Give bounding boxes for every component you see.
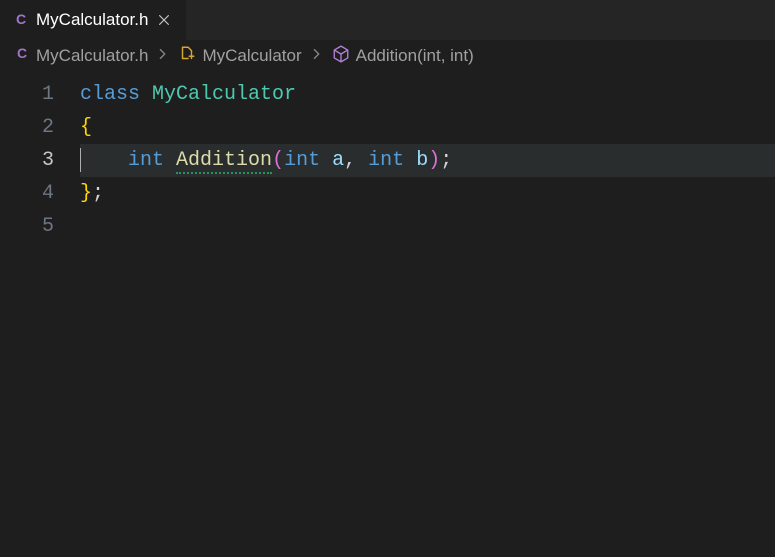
keyword: class bbox=[80, 83, 140, 106]
close-icon[interactable] bbox=[154, 10, 174, 30]
tab-bar: C MyCalculator.h bbox=[0, 0, 775, 40]
code-line-active: int Addition(int a, int b); bbox=[80, 144, 775, 177]
breadcrumb-method-label: Addition(int, int) bbox=[356, 46, 474, 66]
breadcrumb-class[interactable]: MyCalculator bbox=[178, 45, 301, 68]
svg-text:C: C bbox=[17, 46, 27, 61]
c-file-icon: C bbox=[14, 46, 30, 67]
code-line: { bbox=[80, 111, 775, 144]
brace: } bbox=[80, 182, 92, 205]
keyword: int bbox=[284, 149, 320, 172]
keyword: int bbox=[368, 149, 404, 172]
tab-label: MyCalculator.h bbox=[36, 10, 148, 30]
brace: { bbox=[80, 116, 92, 139]
code-line: class MyCalculator bbox=[80, 78, 775, 111]
paren-open: ( bbox=[272, 149, 284, 172]
type-name: MyCalculator bbox=[152, 83, 296, 106]
breadcrumb-class-label: MyCalculator bbox=[202, 46, 301, 66]
chevron-right-icon bbox=[310, 46, 324, 66]
semicolon: ; bbox=[440, 149, 452, 172]
c-file-icon: C bbox=[12, 11, 30, 29]
param-name: a bbox=[332, 149, 344, 172]
line-number: 1 bbox=[0, 78, 54, 111]
line-number-gutter: 1 2 3 4 5 bbox=[0, 72, 80, 557]
tab-mycalculator[interactable]: C MyCalculator.h bbox=[0, 0, 187, 40]
code-line: }; bbox=[80, 177, 775, 210]
paren-close: ) bbox=[428, 149, 440, 172]
breadcrumb-file-label: MyCalculator.h bbox=[36, 46, 148, 66]
function-name: Addition bbox=[176, 149, 272, 174]
code-editor[interactable]: 1 2 3 4 5 class MyCalculator { int Addit… bbox=[0, 72, 775, 557]
comma: , bbox=[344, 149, 356, 172]
line-number: 3 bbox=[0, 144, 54, 177]
class-icon bbox=[178, 45, 196, 68]
chevron-right-icon bbox=[156, 46, 170, 66]
breadcrumb-file[interactable]: C MyCalculator.h bbox=[14, 46, 148, 67]
breadcrumb-method[interactable]: Addition(int, int) bbox=[332, 45, 474, 68]
breadcrumb: C MyCalculator.h MyCalculator Addition(i… bbox=[0, 40, 775, 72]
semicolon: ; bbox=[92, 182, 104, 205]
svg-text:C: C bbox=[16, 12, 26, 27]
code-line bbox=[80, 210, 775, 243]
keyword: int bbox=[128, 149, 164, 172]
param-name: b bbox=[416, 149, 428, 172]
line-number: 4 bbox=[0, 177, 54, 210]
line-number: 2 bbox=[0, 111, 54, 144]
line-number: 5 bbox=[0, 210, 54, 243]
method-icon bbox=[332, 45, 350, 68]
code-area[interactable]: class MyCalculator { int Addition(int a,… bbox=[80, 72, 775, 557]
indent bbox=[80, 149, 128, 172]
